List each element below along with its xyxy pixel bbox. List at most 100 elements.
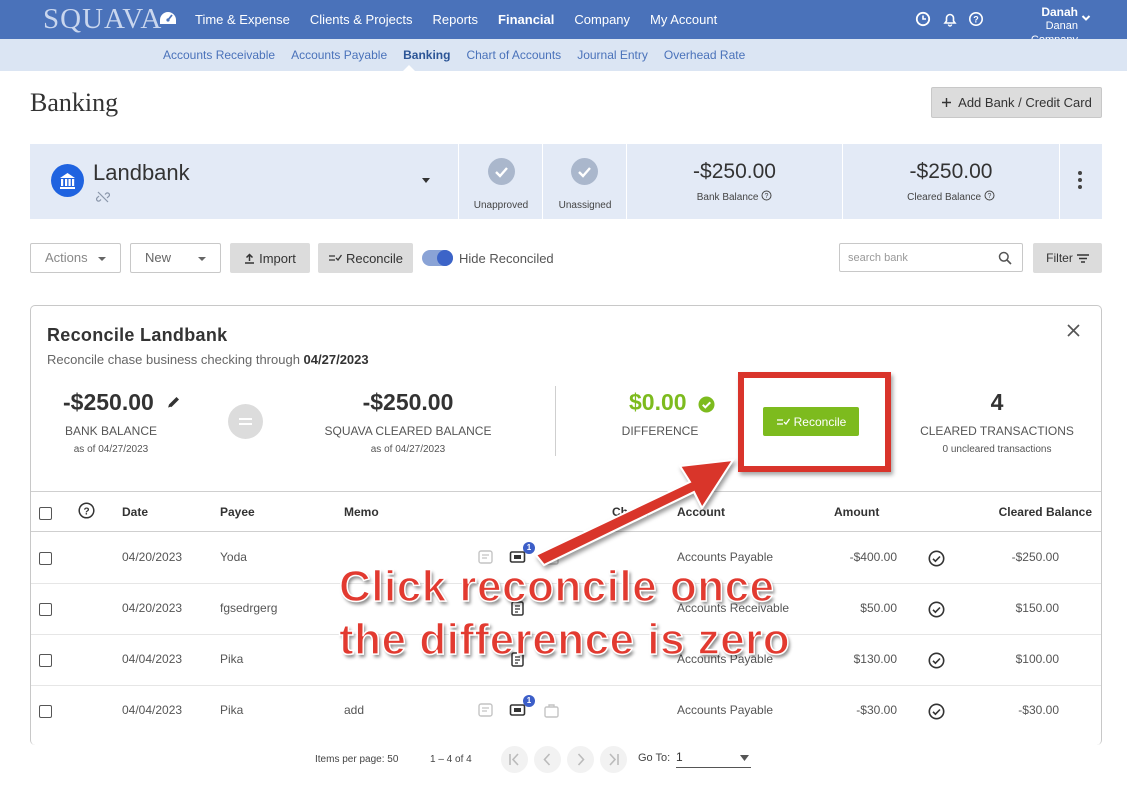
caret-down-icon <box>98 257 106 261</box>
goto-label: Go To: <box>638 752 671 764</box>
search-icon[interactable] <box>998 251 1012 265</box>
bank-account-name[interactable]: Landbank <box>93 160 190 186</box>
row-checkbox[interactable] <box>39 603 52 616</box>
cleared-balance-label: Cleared Balance ? <box>843 190 1059 203</box>
add-bank-button[interactable]: Add Bank / Credit Card <box>931 87 1102 118</box>
active-tab-indicator <box>403 65 415 71</box>
col-account[interactable]: Account <box>677 505 725 519</box>
more-options-icon[interactable] <box>1077 170 1083 190</box>
subnav-accounts-payable[interactable]: Accounts Payable <box>291 48 387 62</box>
unapproved-cell[interactable]: Unapproved <box>459 144 543 219</box>
caret-down-icon <box>198 257 206 261</box>
cleared-check-icon[interactable] <box>928 703 945 720</box>
next-page-button[interactable] <box>567 746 594 773</box>
nav-financial[interactable]: Financial <box>498 12 554 27</box>
col-payee[interactable]: Payee <box>220 505 255 519</box>
row-payee: Pika <box>220 652 244 666</box>
clock-icon[interactable] <box>915 11 931 27</box>
nav-reports[interactable]: Reports <box>433 12 479 27</box>
unassigned-check-icon <box>571 158 598 185</box>
app-logo[interactable]: SQUAVA <box>43 3 162 36</box>
subnav-overhead-rate[interactable]: Overhead Rate <box>664 48 745 62</box>
col-memo[interactable]: Memo <box>344 505 379 519</box>
cleared-check-icon[interactable] <box>928 652 945 669</box>
pencil-icon[interactable] <box>165 395 181 411</box>
nav-my-account[interactable]: My Account <box>650 12 717 27</box>
bank-icon <box>51 164 84 197</box>
highlight-box <box>738 372 891 472</box>
bank-balance-cell: -$250.00 Bank Balance ? <box>627 144 842 219</box>
prev-page-button[interactable] <box>534 746 561 773</box>
reconcile-toolbar-button[interactable]: Reconcile <box>318 243 413 273</box>
cleared-transactions-count: 4 <box>990 389 1004 415</box>
col-date[interactable]: Date <box>122 505 148 519</box>
filter-button[interactable]: Filter <box>1033 243 1102 273</box>
reconcile-toolbar-label: Reconcile <box>345 250 404 266</box>
row-cleared-balance: $150.00 <box>1015 601 1059 615</box>
row-checkbox[interactable] <box>39 654 52 667</box>
first-page-icon <box>509 753 519 766</box>
svg-text:?: ? <box>83 506 89 517</box>
help-icon[interactable]: ? <box>968 11 984 27</box>
bell-icon[interactable] <box>942 11 958 27</box>
actions-label: Actions <box>45 250 88 265</box>
row-checkbox[interactable] <box>39 705 52 718</box>
row-payee: Pika <box>220 703 244 717</box>
cleared-balance-value: -$250.00 <box>909 160 993 183</box>
col-amount[interactable]: Amount <box>834 505 879 519</box>
close-icon[interactable] <box>1066 323 1081 338</box>
chevron-down-icon[interactable] <box>1081 13 1091 23</box>
svg-text:?: ? <box>987 193 991 200</box>
import-button[interactable]: Import <box>230 243 310 273</box>
dashboard-icon[interactable] <box>159 11 177 25</box>
bank-balance-value: -$250.00 <box>693 160 776 183</box>
goto-page-select[interactable]: 1 <box>676 750 751 768</box>
briefcase-icon[interactable] <box>543 702 560 719</box>
items-per-page-value: 50 <box>387 754 399 765</box>
subnav-chart-of-accounts[interactable]: Chart of Accounts <box>466 48 561 62</box>
reconcile-bank-balance-label: BANK BALANCE <box>64 424 158 438</box>
col-cleared-balance[interactable]: Cleared Balance <box>960 505 1092 519</box>
row-memo: add <box>344 703 365 717</box>
help-icon[interactable]: ? <box>761 190 772 201</box>
chevron-left-icon <box>543 753 551 766</box>
subnav-accounts-receivable[interactable]: Accounts Receivable <box>163 48 275 62</box>
first-page-button[interactable] <box>501 746 528 773</box>
last-page-button[interactable] <box>600 746 627 773</box>
subnav-banking[interactable]: Banking <box>403 48 450 62</box>
new-dropdown[interactable]: New <box>130 243 221 273</box>
note-icon[interactable] <box>477 702 494 719</box>
upload-icon <box>245 252 255 264</box>
help-icon[interactable]: ? <box>984 190 995 201</box>
row-date: 04/20/2023 <box>122 550 183 564</box>
account-dropdown-caret[interactable] <box>422 178 430 183</box>
search-input[interactable] <box>839 243 1023 272</box>
annotation-line-1: Click reconcile once <box>338 561 775 612</box>
user-name: Danah <box>1041 5 1078 19</box>
cleared-check-icon[interactable] <box>928 601 945 618</box>
help-icon[interactable]: ? <box>78 502 95 519</box>
row-checkbox[interactable] <box>39 552 52 565</box>
hide-reconciled-toggle[interactable] <box>422 250 453 266</box>
reconcile-bank-balance-asof: as of 04/27/2023 <box>73 444 149 455</box>
unlink-icon <box>96 191 110 203</box>
nav-company[interactable]: Company <box>574 12 630 27</box>
items-per-page[interactable]: Items per page: 50 <box>315 754 398 765</box>
nav-clients-projects[interactable]: Clients & Projects <box>310 12 413 27</box>
reconcile-cleared-balance-asof: as of 04/27/2023 <box>370 444 446 455</box>
row-date: 04/04/2023 <box>122 703 183 717</box>
last-page-icon <box>609 753 619 766</box>
select-all-checkbox[interactable] <box>39 507 52 520</box>
hide-reconciled-label: Hide Reconciled <box>459 251 554 266</box>
row-payee: Yoda <box>220 550 247 564</box>
main-nav: Time & Expense Clients & Projects Report… <box>195 12 717 27</box>
cleared-check-icon[interactable] <box>928 550 945 567</box>
pagination-range: 1 – 4 of 4 <box>430 754 472 765</box>
row-amount: -$30.00 <box>856 703 897 717</box>
nav-time-expense[interactable]: Time & Expense <box>195 12 290 27</box>
unassigned-cell[interactable]: Unassigned <box>543 144 627 219</box>
col-check[interactable]: Check <box>612 505 648 519</box>
equals-icon <box>228 404 263 439</box>
subnav-journal-entry[interactable]: Journal Entry <box>577 48 648 62</box>
actions-dropdown[interactable]: Actions <box>30 243 121 273</box>
